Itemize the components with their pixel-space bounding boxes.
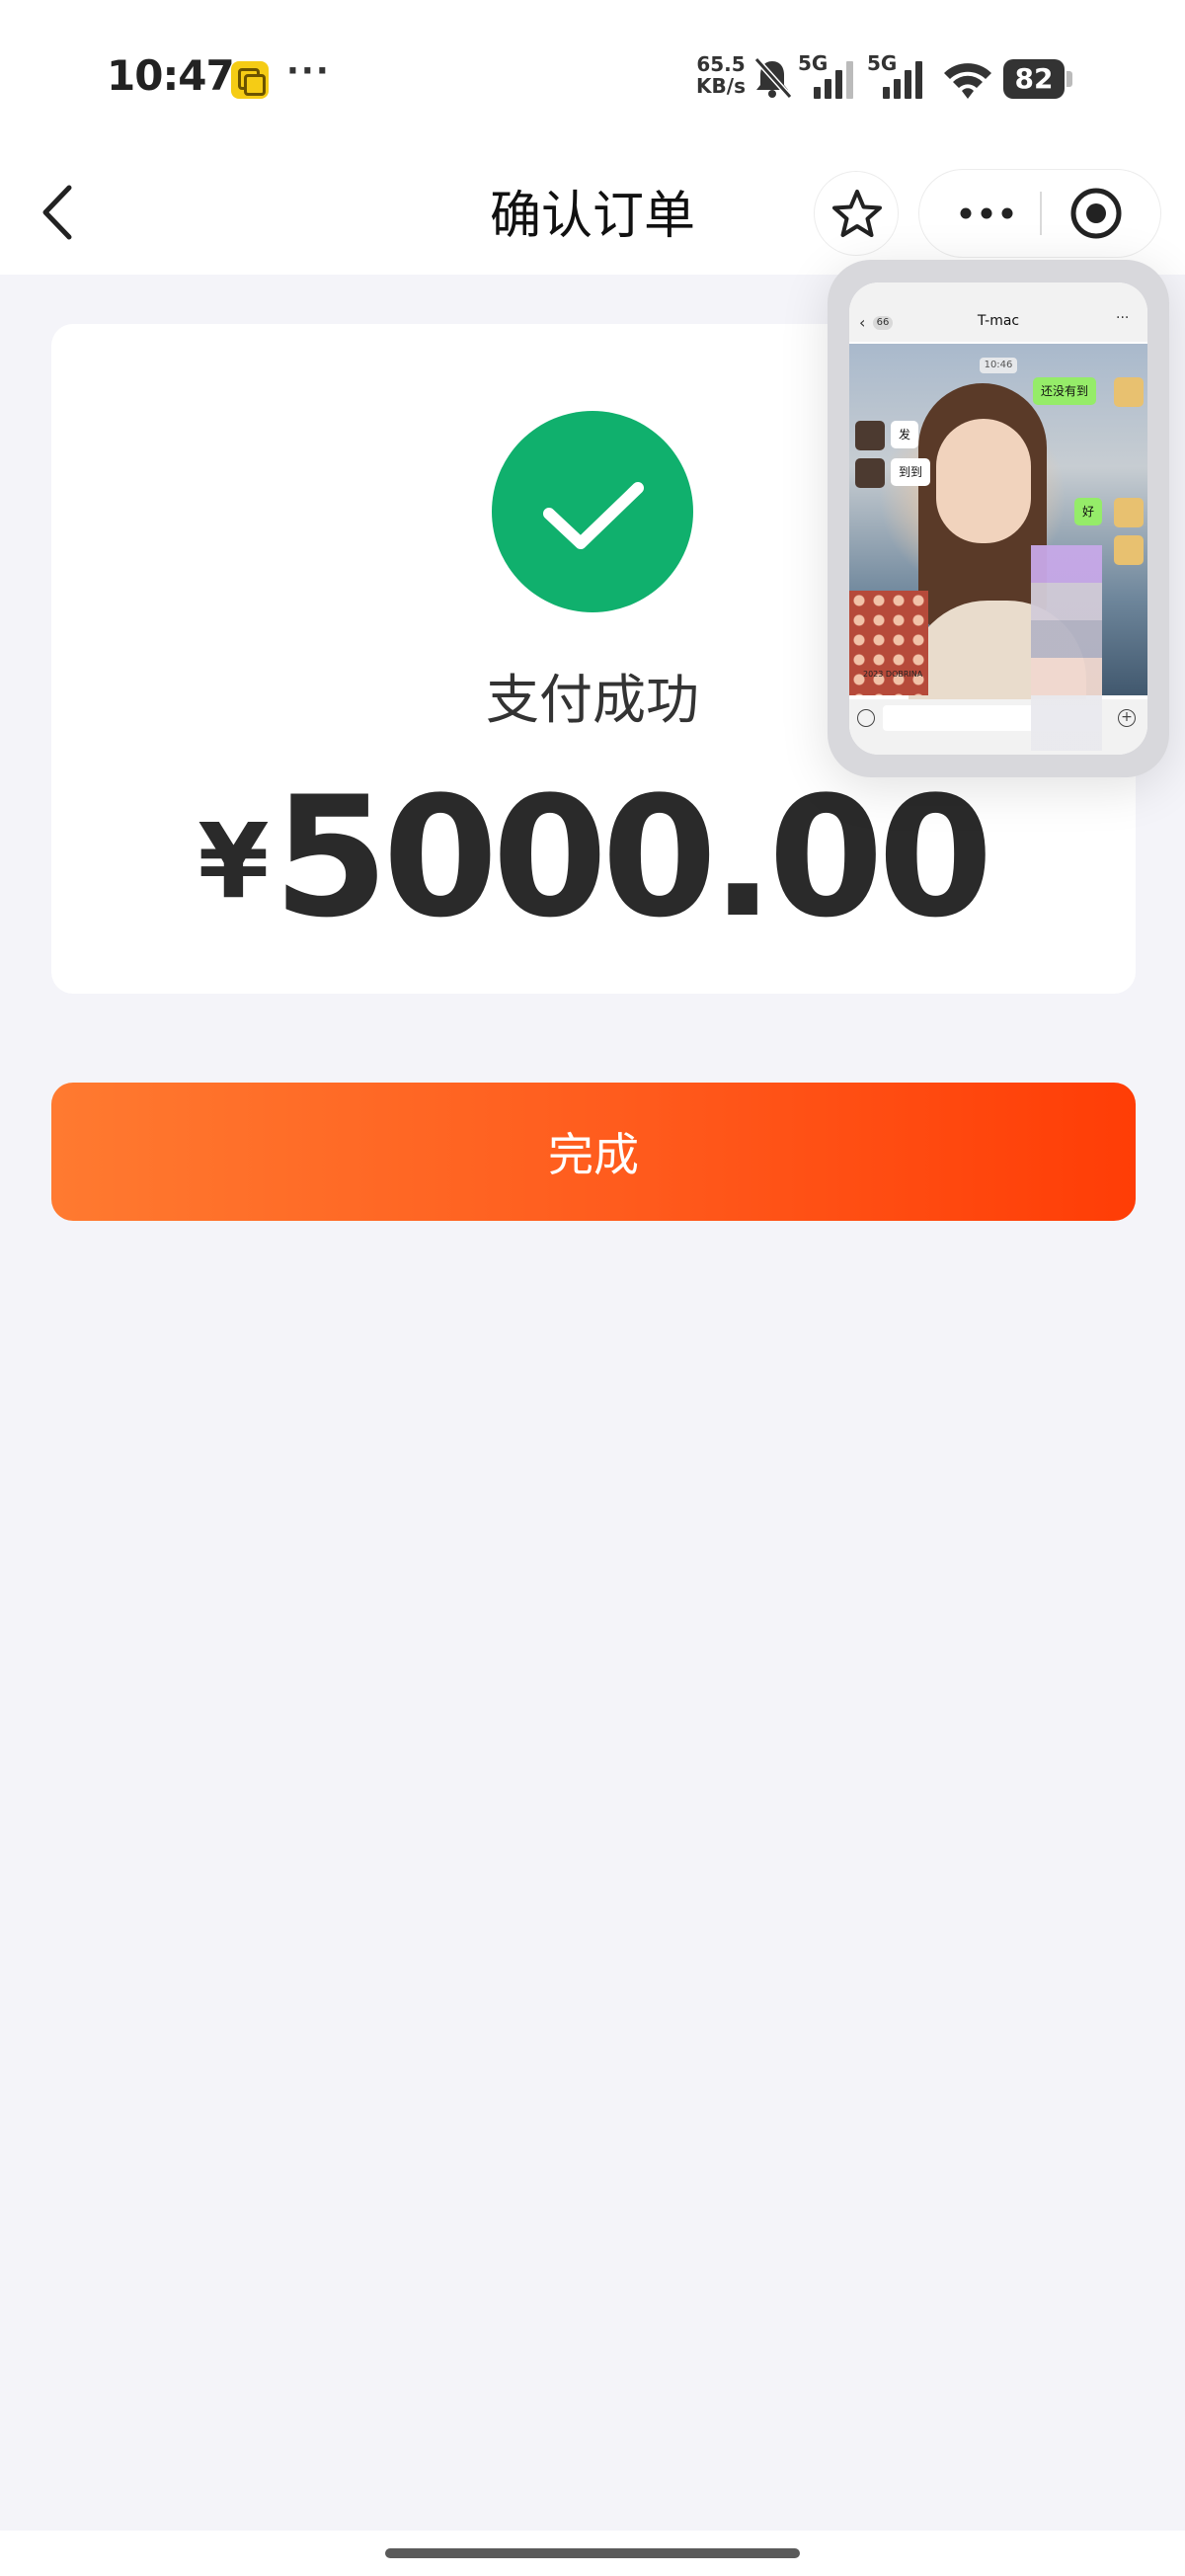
avatar xyxy=(855,458,885,488)
chat-bubble-other: 发 xyxy=(891,421,919,448)
check-circle-icon xyxy=(492,411,693,612)
home-indicator[interactable] xyxy=(385,2548,800,2558)
capsule-divider xyxy=(1040,192,1042,235)
avatar xyxy=(1114,498,1144,527)
avatar xyxy=(1114,535,1144,565)
mute-icon xyxy=(753,56,792,100)
currency-symbol: ¥ xyxy=(198,801,270,922)
chat-bubble-other: 到到 xyxy=(891,458,931,486)
photo-face xyxy=(936,419,1031,543)
network-speed: 65.5 KB/s xyxy=(694,53,748,97)
tin-text: 2023 DOBRINA xyxy=(863,670,923,679)
page-title: 确认订单 xyxy=(489,187,695,246)
wifi-icon xyxy=(944,63,991,99)
close-target-icon[interactable] xyxy=(1068,186,1124,241)
network-speed-unit: KB/s xyxy=(696,74,746,98)
avatar xyxy=(1114,377,1144,407)
app-badge-icon xyxy=(231,61,269,99)
payment-amount: ¥5000.00 xyxy=(148,761,1037,954)
battery-tip xyxy=(1066,71,1072,87)
chat-background-photo: 2023 DOBRINA xyxy=(849,344,1147,709)
chat-header xyxy=(849,282,1147,342)
back-icon[interactable] xyxy=(34,178,83,247)
chat-bubble-me: 好 xyxy=(1074,498,1103,525)
network-speed-value: 65.5 xyxy=(696,52,746,76)
chat-menu-icon: ··· xyxy=(1116,310,1130,326)
signal-icon xyxy=(814,61,853,99)
done-button[interactable]: 完成 xyxy=(51,1083,1136,1221)
star-icon xyxy=(832,190,882,237)
chat-time-label: 10:46 xyxy=(980,358,1017,373)
voice-icon xyxy=(857,709,875,727)
chat-title: T-mac xyxy=(977,313,1020,329)
chat-back-icon: ‹ xyxy=(859,313,866,332)
plus-icon: + xyxy=(1118,709,1136,727)
battery-icon: 82 xyxy=(1003,59,1065,99)
floating-window-screen[interactable]: ‹ 66 T-mac ··· 2023 DOBRINA 10:46 还没有到 发… xyxy=(849,282,1147,755)
status-time: 10:47 xyxy=(107,51,235,100)
more-icon[interactable] xyxy=(952,194,1021,233)
amount-value: 5000.00 xyxy=(273,761,993,954)
favorite-button[interactable] xyxy=(814,171,899,256)
photo-tin xyxy=(849,591,928,695)
signal-icon xyxy=(883,61,922,99)
chat-bubble-me: 还没有到 xyxy=(1033,377,1097,405)
payment-status-text: 支付成功 xyxy=(486,669,699,731)
unread-badge: 66 xyxy=(873,316,893,330)
avatar xyxy=(855,421,885,450)
status-more-dots: ··· xyxy=(286,51,331,91)
pixelated-area xyxy=(1031,545,1102,751)
